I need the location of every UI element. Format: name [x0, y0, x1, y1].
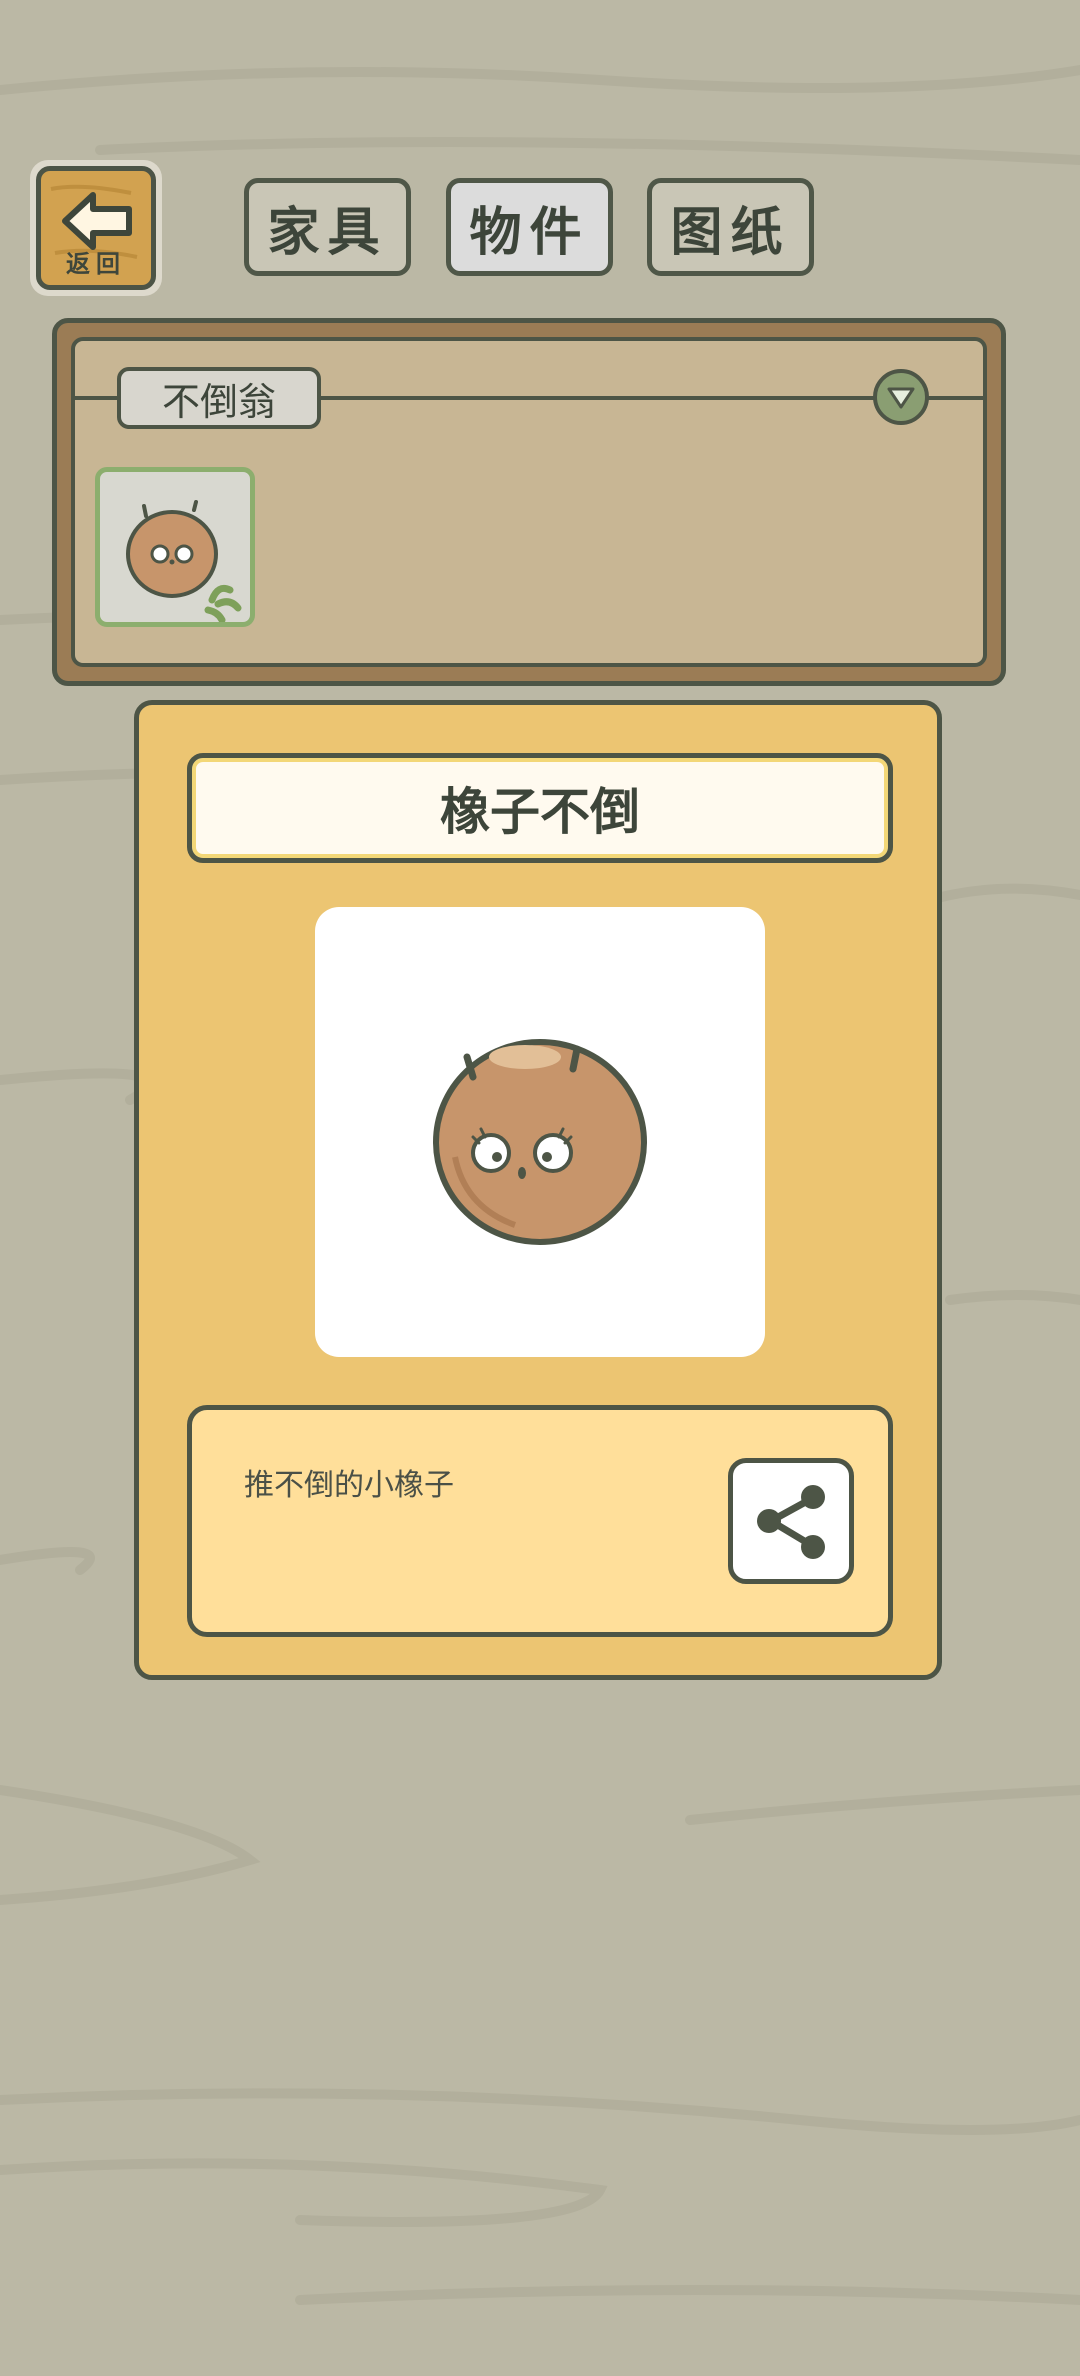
share-icon	[757, 1485, 825, 1559]
acorn-tumbler-icon	[126, 500, 242, 622]
chevron-down-icon	[887, 387, 915, 409]
category-panel: 不倒翁	[52, 318, 1006, 686]
item-title: 橡子不倒	[187, 753, 893, 863]
item-description: 推不倒的小橡子	[244, 1468, 454, 1503]
category-label[interactable]: 不倒翁	[117, 367, 321, 429]
back-button[interactable]: 返回	[30, 160, 162, 296]
tab-furniture[interactable]: 家具	[244, 178, 411, 276]
tab-blueprints[interactable]: 图纸	[647, 178, 814, 276]
category-panel-inner: 不倒翁	[71, 337, 987, 667]
category-dropdown-button[interactable]	[873, 369, 929, 425]
tab-objects[interactable]: 物件	[446, 178, 613, 276]
back-button-face: 返回	[36, 166, 156, 290]
item-detail-card: 橡子不倒 推不倒的小橡子	[134, 700, 942, 1680]
back-button-label: 返回	[66, 250, 126, 278]
item-slot-acorn-tumbler[interactable]	[95, 467, 255, 627]
acorn-tumbler-icon	[433, 1039, 647, 1245]
share-button[interactable]	[728, 1458, 854, 1584]
item-description-box: 推不倒的小橡子	[187, 1405, 893, 1637]
item-image-frame	[315, 907, 765, 1357]
